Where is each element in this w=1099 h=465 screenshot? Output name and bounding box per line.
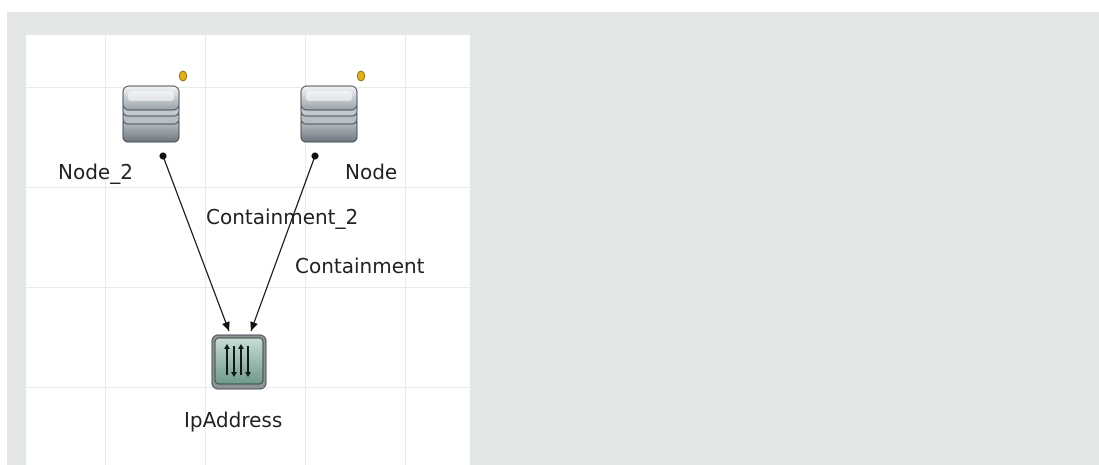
ip-address-icon (211, 334, 267, 390)
edge-label: Containment_2 (206, 205, 359, 229)
topology-canvas[interactable] (26, 35, 470, 465)
node-label: Node (345, 160, 398, 184)
node-label: IpAddress (184, 408, 283, 432)
status-indicator-icon (178, 70, 188, 82)
node-node[interactable] (298, 68, 366, 146)
server-icon (122, 85, 180, 143)
node-label: Node_2 (58, 160, 133, 184)
node-ipaddress[interactable] (210, 333, 270, 393)
node-node2[interactable] (120, 68, 188, 146)
status-indicator-icon (356, 70, 366, 82)
server-icon (300, 85, 358, 143)
edge-label: Containment (295, 254, 425, 278)
